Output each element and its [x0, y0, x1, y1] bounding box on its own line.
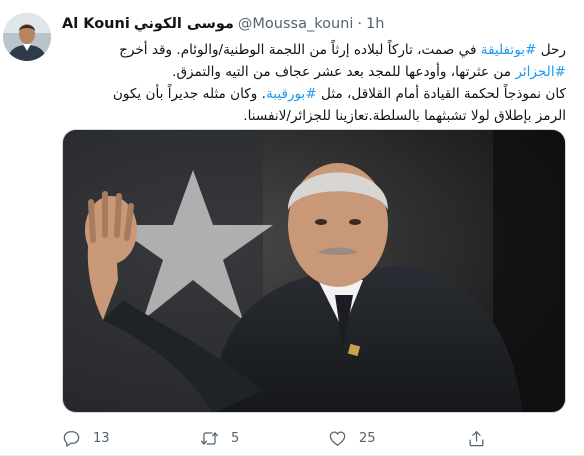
author-name-arabic[interactable]: موسى الكوني — [134, 16, 234, 32]
tweet-text-line: الرمز بإطلاق لولا تشبثهما بالسلطة.تعازين… — [62, 105, 566, 127]
hashtag-link[interactable]: #بوتفليقة — [481, 42, 537, 58]
avatar[interactable] — [3, 13, 51, 61]
tweet-actions: 13 5 25 — [62, 425, 542, 451]
separator-dot: · — [357, 16, 363, 32]
reply-icon — [63, 430, 80, 447]
share-icon — [469, 430, 484, 446]
tweet-text-segment: الرمز بإطلاق لولا تشبثهما بالسلطة.تعازين… — [243, 108, 566, 124]
tweet-text-segment: من عثرتها، وأودعها للمجد بعد عشر عجاف من… — [172, 64, 516, 80]
tweet-text-segment: في صمت، تاركاً لبلاده إرثاً من اللجمة ال… — [119, 42, 481, 58]
like-count: 25 — [359, 430, 376, 446]
tweet-image[interactable] — [62, 129, 566, 413]
tweet-text-segment: كان نموذجاً لحكمة القيادة أمام القلاقل، … — [316, 86, 566, 102]
share-button[interactable] — [467, 425, 486, 451]
author-handle[interactable]: @Moussa_kouni — [238, 16, 353, 32]
like-button[interactable]: 25 — [328, 425, 376, 451]
tweet-text: رحل #بوتفليقة في صمت، تاركاً لبلاده إرثا… — [62, 39, 566, 127]
tweet-text-segment: . وكان مثله جديراً بأن يكون — [112, 86, 266, 102]
hashtag-link[interactable]: #بورقيبة — [266, 86, 317, 102]
avatar-photo — [3, 13, 51, 61]
reply-button[interactable]: 13 — [62, 425, 110, 451]
tweet-time[interactable]: 1h — [366, 16, 384, 32]
hashtag-link[interactable]: #الجزائر — [515, 64, 566, 80]
tweet-text-segment: رحل — [536, 42, 566, 58]
tweet-header: Al Kouni موسى الكوني @Moussa_kouni · 1h — [62, 14, 574, 34]
author-name[interactable]: Al Kouni — [62, 16, 130, 32]
tweet-text-line: #الجزائر من عثرتها، وأودعها للمجد بعد عش… — [62, 61, 566, 83]
reply-count: 13 — [93, 430, 110, 446]
retweet-button[interactable]: 5 — [200, 425, 239, 451]
tweet-card[interactable]: Al Kouni موسى الكوني @Moussa_kouni · 1h … — [0, 0, 584, 456]
heart-icon — [329, 431, 346, 446]
tweet-text-line: رحل #بوتفليقة في صمت، تاركاً لبلاده إرثا… — [62, 39, 566, 61]
tweet-photo — [63, 130, 565, 412]
retweet-icon — [200, 431, 219, 445]
retweet-count: 5 — [231, 430, 240, 446]
tweet-text-line: كان نموذجاً لحكمة القيادة أمام القلاقل، … — [62, 83, 566, 105]
